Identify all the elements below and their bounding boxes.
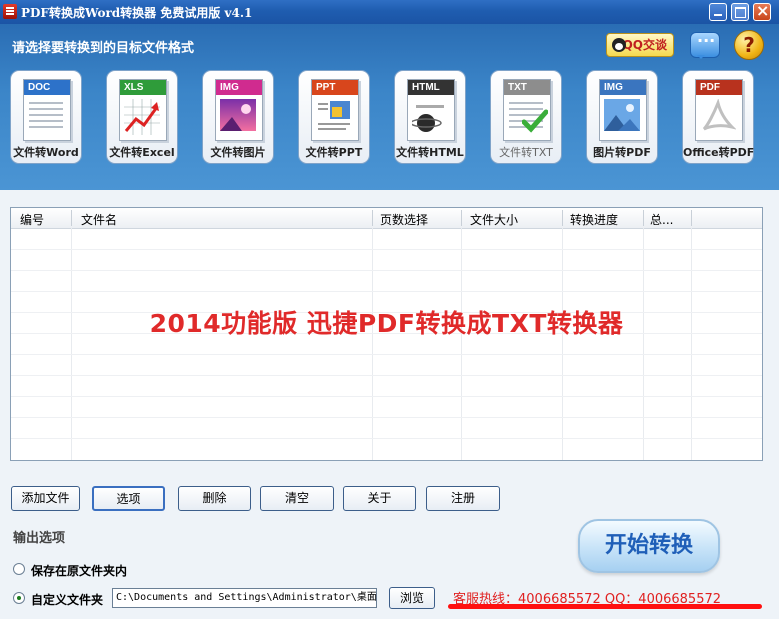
close-button[interactable] xyxy=(753,1,771,21)
checkmark-icon xyxy=(522,109,548,133)
window-title: PDF转换成Word转换器 免费试用版 v4.1 xyxy=(21,6,253,20)
img-file-icon: IMG xyxy=(215,79,263,141)
qq-chat-label: QQ交谈 xyxy=(622,38,667,52)
tile-badge: DOC xyxy=(24,80,70,95)
tile-label: 文件转TXT xyxy=(499,146,553,159)
tile-label: 文件转图片 xyxy=(210,146,266,159)
tile-label: 文件转HTML xyxy=(396,146,464,159)
clear-button[interactable]: 清空 xyxy=(260,486,334,511)
img-file-icon: IMG xyxy=(599,79,647,141)
tile-badge: PDF xyxy=(696,80,742,95)
column-header-total[interactable]: 总... xyxy=(650,211,673,228)
column-header-progress[interactable]: 转换进度 xyxy=(570,211,618,228)
tile-to-ppt[interactable]: PPT 文件转PPT xyxy=(298,70,370,164)
radio-same-folder-label[interactable]: 保存在原文件夹内 xyxy=(31,562,127,579)
pdf-file-icon: PDF xyxy=(695,79,743,141)
column-header-size[interactable]: 文件大小 xyxy=(470,211,518,228)
tile-label: Office转PDF xyxy=(683,146,755,159)
tile-image-to-pdf[interactable]: IMG 图片转PDF xyxy=(586,70,658,164)
app-window: PDF转换成Word转换器 免费试用版 v4.1 请选择要转换到的目标文件格式 … xyxy=(0,0,779,619)
about-button[interactable]: 关于 xyxy=(343,486,416,511)
add-file-button[interactable]: 添加文件 xyxy=(11,486,80,511)
red-underline-mark xyxy=(448,604,762,609)
format-header: 请选择要转换到的目标文件格式 QQ交谈 ? DOC 文件转Word XLS xyxy=(0,24,779,190)
output-options-title: 输出选项 xyxy=(13,531,66,546)
tile-badge: IMG xyxy=(216,80,262,95)
tile-to-txt[interactable]: TXT 文件转TXT xyxy=(490,70,562,164)
maximize-button[interactable] xyxy=(731,3,749,21)
start-convert-button[interactable]: 开始转换 xyxy=(578,519,720,573)
promo-watermark: 2014功能版 迅捷PDF转换成TXT转换器 xyxy=(149,309,624,338)
tile-label: 文件转Excel xyxy=(109,146,175,159)
column-header-filename[interactable]: 文件名 xyxy=(81,211,117,228)
ppt-file-icon: PPT xyxy=(311,79,359,141)
title-bar: PDF转换成Word转换器 免费试用版 v4.1 xyxy=(0,0,779,24)
radio-same-folder[interactable] xyxy=(13,563,25,575)
tile-badge: HTML xyxy=(408,80,454,95)
column-header-index[interactable]: 编号 xyxy=(20,211,44,228)
html-file-icon: HTML xyxy=(407,79,455,141)
minimize-button[interactable] xyxy=(709,3,727,21)
options-button[interactable]: 选项 xyxy=(92,486,165,511)
tile-label: 文件转Word xyxy=(13,146,79,159)
tile-badge: TXT xyxy=(504,80,550,95)
txt-file-icon: TXT xyxy=(503,79,551,141)
radio-custom-folder[interactable] xyxy=(13,592,25,604)
tile-badge: XLS xyxy=(120,80,166,95)
qq-icon xyxy=(612,38,626,52)
tile-label: 图片转PDF xyxy=(593,146,651,159)
chat-bubble-icon[interactable] xyxy=(690,31,720,59)
tile-to-html[interactable]: HTML 文件转HTML xyxy=(394,70,466,164)
browse-button[interactable]: 浏览 xyxy=(389,587,435,609)
tile-badge: PPT xyxy=(312,80,358,95)
file-list[interactable]: 编号 文件名 页数选择 文件大小 转换进度 总... 2014功能版 迅捷PDF… xyxy=(10,207,763,461)
qq-chat-button[interactable]: QQ交谈 xyxy=(606,33,674,57)
app-icon xyxy=(3,4,17,19)
format-prompt: 请选择要转换到的目标文件格式 xyxy=(12,41,195,56)
tile-office-to-pdf[interactable]: PDF Office转PDF xyxy=(682,70,754,164)
output-path-input[interactable]: C:\Documents and Settings\Administrator\… xyxy=(112,588,377,608)
tile-to-word[interactable]: DOC 文件转Word xyxy=(10,70,82,164)
tile-to-image[interactable]: IMG 文件转图片 xyxy=(202,70,274,164)
help-icon[interactable]: ? xyxy=(734,30,764,60)
xls-file-icon: XLS xyxy=(119,79,167,141)
column-header-pages[interactable]: 页数选择 xyxy=(380,211,428,228)
delete-button[interactable]: 删除 xyxy=(178,486,251,511)
tile-label: 文件转PPT xyxy=(305,146,363,159)
tile-to-excel[interactable]: XLS 文件转Excel xyxy=(106,70,178,164)
file-list-header: 编号 文件名 页数选择 文件大小 转换进度 总... xyxy=(11,208,762,229)
tile-badge: IMG xyxy=(600,80,646,95)
register-button[interactable]: 注册 xyxy=(426,486,500,511)
radio-custom-folder-label[interactable]: 自定义文件夹 xyxy=(31,591,103,608)
doc-file-icon: DOC xyxy=(23,79,71,141)
